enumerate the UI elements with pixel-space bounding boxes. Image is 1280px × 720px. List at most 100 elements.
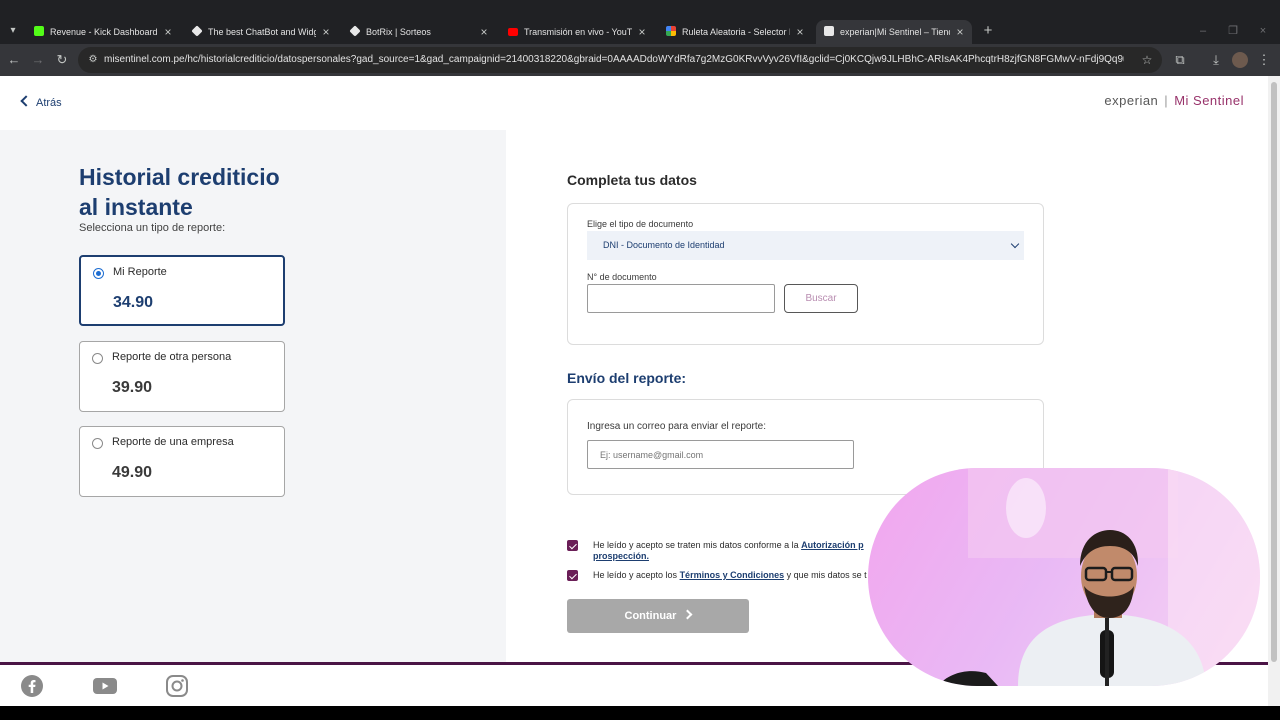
menu-kebab-icon[interactable]: ⋮ — [1256, 52, 1272, 68]
bottom-strip — [0, 706, 1280, 720]
report-type-subtitle: Selecciona un tipo de reporte: — [79, 222, 226, 234]
back-link[interactable]: Atrás — [20, 94, 62, 112]
email-label: Ingresa un correo para enviar el reporte… — [587, 421, 766, 432]
tab-title: Ruleta Aleatoria - Selector Pers — [682, 27, 790, 37]
instagram-icon[interactable] — [165, 674, 189, 698]
botrix-favicon-icon — [191, 25, 203, 37]
consent-checkbox-terms[interactable] — [567, 570, 578, 581]
tab-title: BotRix | Sorteos — [366, 27, 431, 37]
site-settings-icon[interactable]: ⚙ — [86, 53, 100, 67]
plan-price: 34.90 — [113, 294, 154, 311]
close-tab-icon[interactable]: × — [320, 20, 332, 44]
tab-experian-active[interactable]: experian|Mi Sentinel – Tienda H × — [816, 20, 972, 44]
doc-number-input[interactable] — [587, 284, 775, 313]
consent-row-data-treatment: He leído y acepto se traten mis datos co… — [567, 540, 887, 564]
facebook-icon[interactable] — [20, 674, 44, 698]
youtube-favicon-icon — [508, 28, 518, 36]
tab-title: The best ChatBot and Widgets — [208, 27, 316, 37]
tab-kick-dashboard[interactable]: Revenue - Kick Dashboard × — [26, 20, 180, 44]
bookmark-star-icon[interactable]: ☆ — [1140, 52, 1154, 68]
plan-label: Reporte de una empresa — [112, 436, 234, 448]
page-scrollbar[interactable] — [1268, 76, 1280, 706]
terms-text-part: y que mis datos se t — [784, 570, 867, 580]
chevron-right-icon — [683, 609, 693, 620]
close-window-icon[interactable]: × — [1256, 24, 1270, 38]
brand-name: experian — [1104, 93, 1159, 108]
tab-youtube[interactable]: Transmisión en vivo - YouTube × — [500, 20, 654, 44]
title-line-1: Historial crediticio — [79, 164, 280, 190]
browser-toolbar: ← → ↻ ⚙ misentinel.com.pe/hc/historialcr… — [0, 44, 1280, 76]
doc-number-label: N° de documento — [587, 272, 657, 282]
terms-text: He leído y acepto los Términos y Condici… — [593, 570, 893, 581]
webcam-overlay — [868, 468, 1260, 686]
report-type-panel: Historial crediticio al instante Selecci… — [0, 130, 506, 662]
continue-button[interactable]: Continuar — [567, 599, 749, 633]
scrollbar-thumb[interactable] — [1271, 82, 1277, 662]
experian-favicon-icon — [824, 26, 834, 36]
extensions-icon[interactable]: ⧉ — [1172, 52, 1188, 68]
forward-arrow-icon[interactable]: → — [30, 52, 46, 68]
terms-text-part: He leído y acepto los — [593, 570, 680, 580]
close-tab-icon[interactable]: × — [162, 20, 174, 44]
download-icon[interactable]: ⤓ — [1208, 52, 1224, 68]
radio-button-selected[interactable] — [93, 268, 104, 279]
plan-card-mi-reporte[interactable]: Mi Reporte 34.90 — [79, 255, 285, 326]
tab-title: Revenue - Kick Dashboard — [50, 27, 158, 37]
tab-title: experian|Mi Sentinel – Tienda H — [840, 27, 950, 37]
doc-type-select[interactable]: DNI - Documento de Identidad — [587, 231, 1024, 260]
address-bar[interactable]: ⚙ misentinel.com.pe/hc/historialcreditic… — [78, 47, 1162, 73]
youtube-icon[interactable] — [92, 674, 118, 698]
chevron-left-icon — [20, 95, 32, 107]
back-label: Atrás — [36, 97, 62, 109]
continue-label: Continuar — [624, 610, 677, 622]
profile-avatar-icon[interactable] — [1232, 52, 1248, 68]
radio-button[interactable] — [92, 353, 103, 364]
tab-ruleta[interactable]: Ruleta Aleatoria - Selector Pers × — [658, 20, 812, 44]
experian-logo[interactable]: experian | Mi Sentinel — [1104, 92, 1244, 110]
close-tab-icon[interactable]: × — [478, 20, 490, 44]
maximize-icon[interactable]: ❐ — [1226, 24, 1240, 38]
plan-label: Mi Reporte — [113, 266, 167, 278]
botrix-favicon-icon — [349, 25, 361, 37]
tab-botrix-sorteos[interactable]: BotRix | Sorteos × — [342, 20, 496, 44]
brand-product: Mi Sentinel — [1174, 93, 1244, 108]
tab-title: Transmisión en vivo - YouTube — [524, 27, 632, 37]
close-tab-icon[interactable]: × — [794, 20, 806, 44]
back-arrow-icon[interactable]: ← — [6, 52, 22, 68]
plan-price: 39.90 — [112, 379, 153, 396]
terms-link[interactable]: Términos y Condiciones — [680, 570, 785, 580]
plan-price: 49.90 — [112, 464, 153, 481]
ruleta-favicon-icon — [666, 26, 676, 36]
tab-chatbot[interactable]: The best ChatBot and Widgets × — [184, 20, 338, 44]
email-input[interactable] — [587, 440, 854, 469]
radio-button[interactable] — [92, 438, 103, 449]
minimize-icon[interactable]: – — [1196, 24, 1210, 38]
reload-icon[interactable]: ↻ — [54, 52, 70, 68]
title-line-2: al instante — [79, 194, 193, 220]
consent-text: He leído y acepto se traten mis datos co… — [593, 540, 893, 562]
site-header: Atrás experian | Mi Sentinel — [0, 76, 1268, 130]
plan-card-empresa[interactable]: Reporte de una empresa 49.90 — [79, 426, 285, 497]
consent-text-part: He leído y acepto se traten mis datos co… — [593, 540, 802, 550]
close-tab-icon[interactable]: × — [636, 20, 648, 44]
browser-window: ▾ Revenue - Kick Dashboard × The best Ch… — [0, 0, 1280, 720]
plan-card-otra-persona[interactable]: Reporte de otra persona 39.90 — [79, 341, 285, 412]
form-section-title: Completa tus datos — [567, 172, 697, 188]
delivery-section-title: Envío del reporte: — [567, 370, 687, 386]
page-title: Historial crediticio al instante — [79, 162, 339, 222]
consent-checkbox-data[interactable] — [567, 540, 578, 551]
tab-search-icon[interactable]: ▾ — [6, 24, 20, 38]
tab-bar: ▾ Revenue - Kick Dashboard × The best Ch… — [0, 0, 1280, 44]
close-tab-icon[interactable]: × — [954, 20, 966, 44]
search-button[interactable]: Buscar — [784, 284, 858, 313]
url-text[interactable]: misentinel.com.pe/hc/historialcrediticio… — [104, 47, 1124, 73]
brand-divider: | — [1164, 93, 1169, 108]
consent-row-terms: He leído y acepto los Términos y Condici… — [567, 570, 887, 582]
authorization-link[interactable]: Autorización p — [801, 540, 864, 550]
streamer-webcam-image — [938, 468, 1260, 686]
new-tab-plus-icon[interactable]: + — [980, 22, 996, 40]
doc-type-label: Elige el tipo de documento — [587, 219, 694, 229]
prospection-link[interactable]: prospección. — [593, 551, 649, 561]
plan-label: Reporte de otra persona — [112, 351, 232, 363]
doc-type-value: DNI - Documento de Identidad — [603, 240, 725, 250]
